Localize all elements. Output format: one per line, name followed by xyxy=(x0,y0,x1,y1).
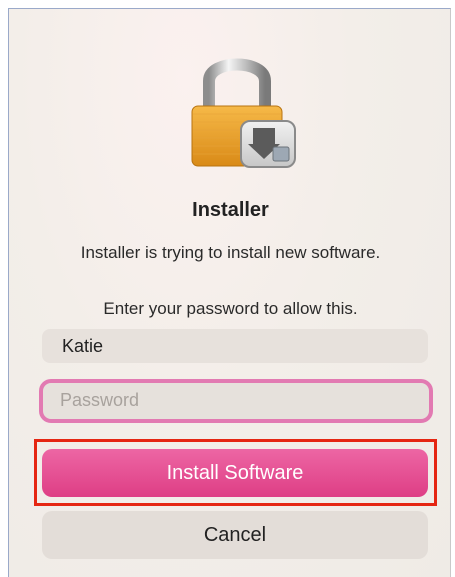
installer-auth-dialog: Installer Installer is trying to install… xyxy=(8,8,451,577)
installer-package-icon xyxy=(240,120,296,168)
dialog-message: Installer is trying to install new softw… xyxy=(80,243,381,262)
lock-icon xyxy=(189,51,301,171)
install-software-button[interactable]: Install Software xyxy=(42,449,428,497)
username-field[interactable]: Katie xyxy=(42,329,428,363)
password-field[interactable]: Password xyxy=(39,379,433,423)
dialog-title: Installer xyxy=(192,199,269,221)
password-prompt: Enter your password to allow this. xyxy=(103,299,358,318)
cancel-button[interactable]: Cancel xyxy=(42,511,428,559)
